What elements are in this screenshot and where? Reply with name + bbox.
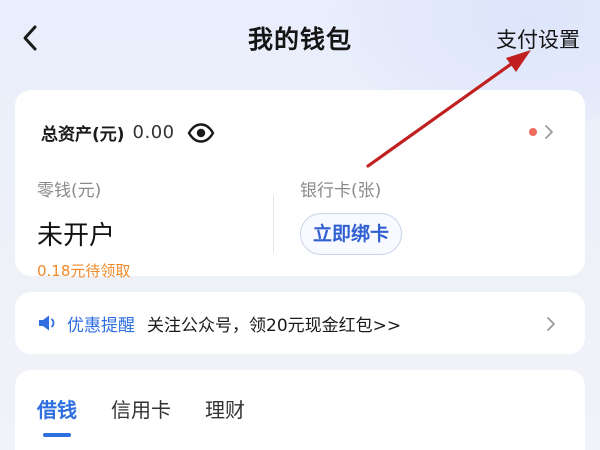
tab-credit-card[interactable]: 信用卡 bbox=[111, 394, 171, 423]
notification-dot bbox=[529, 128, 537, 136]
promo-tag: 优惠提醒 bbox=[67, 315, 135, 336]
promo-banner[interactable]: 优惠提醒 关注公众号，领20元现金红包>> bbox=[15, 292, 585, 354]
navigation-bar: 我的钱包 支付设置 bbox=[0, 0, 600, 76]
bind-card-button[interactable]: 立即绑卡 bbox=[300, 213, 403, 255]
tab-wealth[interactable]: 理财 bbox=[205, 394, 245, 423]
pay-settings-button[interactable]: 支付设置 bbox=[496, 24, 580, 54]
bank-card-section: 银行卡(张) 立即绑卡 bbox=[300, 176, 403, 255]
total-assets-row: 总资产(元) 0.00 bbox=[41, 120, 215, 145]
active-tab-indicator bbox=[43, 433, 71, 437]
change-section[interactable]: 零钱(元) 未开户 0.18元待领取 bbox=[37, 176, 130, 281]
chevron-right-icon bbox=[547, 317, 555, 331]
tab-label: 理财 bbox=[205, 398, 245, 422]
divider bbox=[273, 195, 274, 253]
change-label: 零钱(元) bbox=[37, 181, 102, 201]
services-card: 借钱 信用卡 理财 bbox=[15, 370, 585, 450]
tab-label: 信用卡 bbox=[111, 398, 171, 422]
total-assets-label: 总资产(元) bbox=[41, 125, 125, 145]
eye-icon[interactable] bbox=[187, 122, 215, 144]
chevron-right-icon[interactable] bbox=[543, 124, 555, 140]
assets-card: 总资产(元) 0.00 零钱(元) 未开户 0.18元待领取 银行卡(张) 立即… bbox=[15, 90, 585, 280]
service-tabs: 借钱 信用卡 理财 bbox=[37, 394, 279, 437]
tab-label: 借钱 bbox=[37, 398, 77, 422]
total-assets-amount: 0.00 bbox=[132, 122, 175, 143]
change-value: 未开户 bbox=[37, 221, 116, 251]
tab-borrow[interactable]: 借钱 bbox=[37, 394, 77, 437]
bank-card-label: 银行卡(张) bbox=[300, 181, 382, 201]
promo-row: 优惠提醒 关注公众号，领20元现金红包>> bbox=[37, 292, 401, 354]
promo-text: 关注公众号，领20元现金红包>> bbox=[147, 315, 402, 336]
change-pending-note: 0.18元待领取 bbox=[37, 262, 131, 280]
speaker-icon bbox=[37, 313, 59, 333]
